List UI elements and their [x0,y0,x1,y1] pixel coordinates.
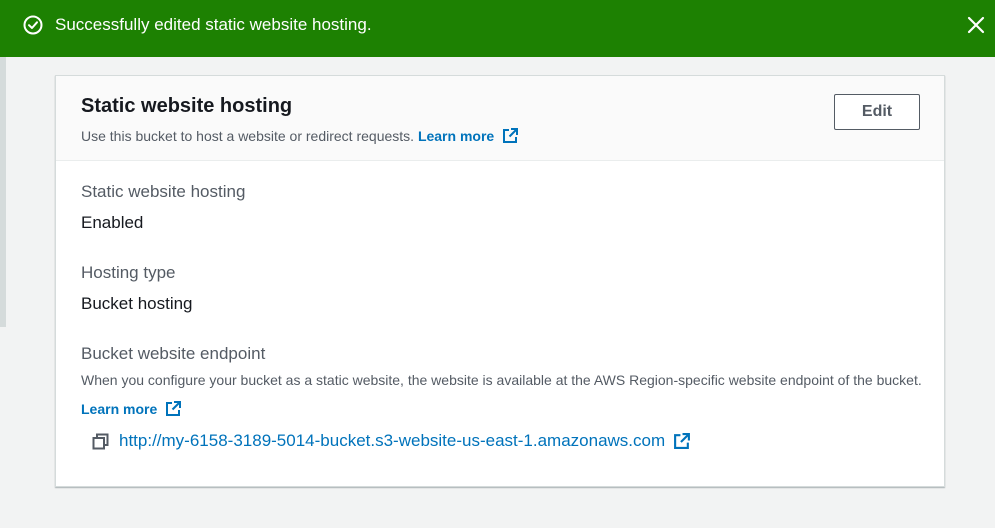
endpoint-learn-more-link[interactable]: Learn more [81,401,182,417]
check-circle-icon [23,15,43,35]
panel-description: Use this bucket to host a website or red… [81,127,519,145]
endpoint-description-text: When you configure your bucket as a stat… [81,372,922,388]
endpoint-url-row: http://my-6158-3189-5014-bucket.s3-websi… [92,430,691,452]
external-link-icon [166,401,182,416]
panel-description-text: Use this bucket to host a website or red… [81,128,415,144]
success-flash-banner: Successfully edited static website hosti… [0,0,995,57]
hosting-status-value: Enabled [81,213,144,232]
flash-message: Successfully edited static website hosti… [55,15,372,34]
panel-title: Static website hosting [81,95,293,117]
endpoint-learn-more-label: Learn more [81,401,158,417]
endpoint-label: Bucket website endpoint [81,344,266,363]
hosting-type-value: Bucket hosting [81,294,193,313]
hosting-status-label: Static website hosting [81,182,246,201]
hosting-type-label: Hosting type [81,263,176,282]
static-website-hosting-panel: Static website hosting Use this bucket t… [55,75,945,487]
copy-icon[interactable] [92,433,109,450]
endpoint-description: When you configure your bucket as a stat… [81,366,931,424]
close-icon[interactable] [965,14,987,36]
page-scrollbar[interactable] [0,57,6,327]
external-link-icon [503,128,519,143]
panel-header: Static website hosting Use this bucket t… [56,76,944,161]
external-link-icon[interactable] [673,432,691,450]
edit-button[interactable]: Edit [834,94,920,130]
learn-more-label: Learn more [417,128,495,144]
endpoint-url-link[interactable]: http://my-6158-3189-5014-bucket.s3-websi… [119,430,665,452]
learn-more-link[interactable]: Learn more [418,128,519,144]
